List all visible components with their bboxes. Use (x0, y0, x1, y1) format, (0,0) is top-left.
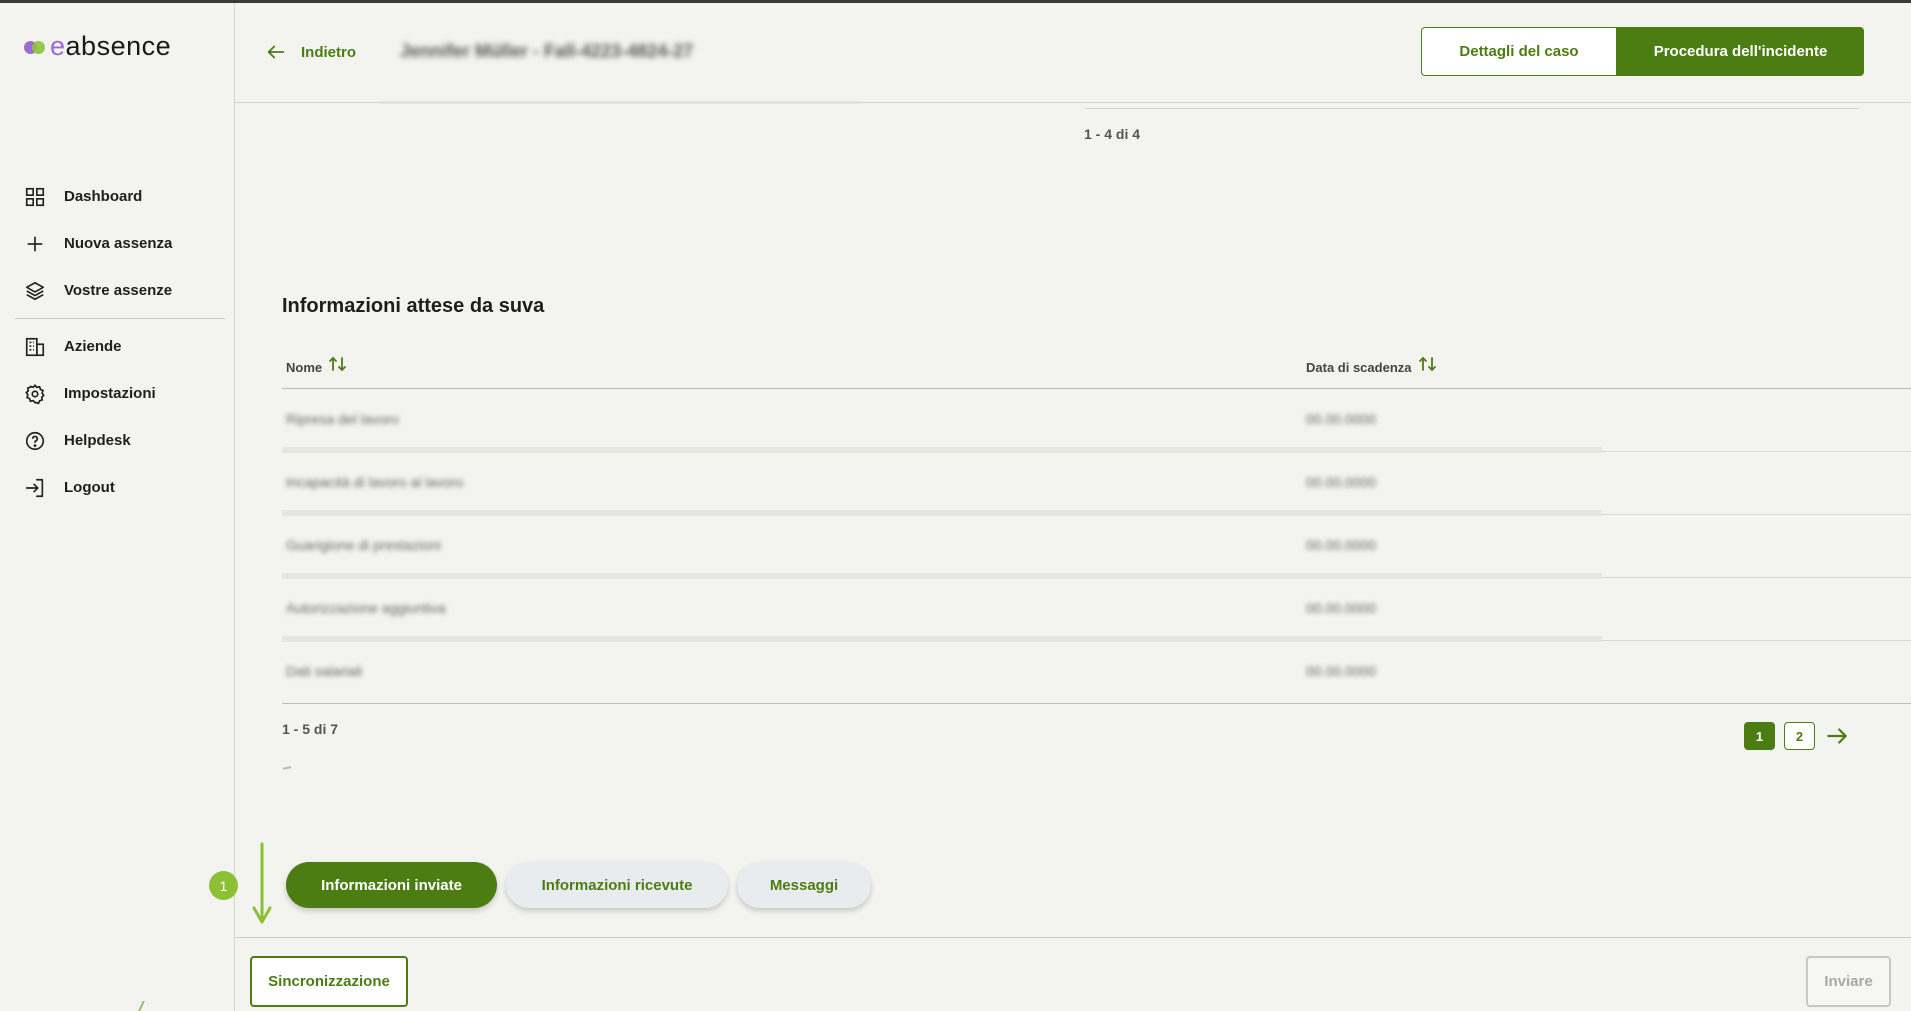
send-button[interactable]: Inviare (1806, 956, 1891, 1007)
incident-procedure-button[interactable]: Procedura dell'incidente (1617, 27, 1864, 76)
column-header-name[interactable]: Nome (286, 356, 350, 375)
case-title: Jennifer Müller - Fall-4223-4824-27 (400, 41, 694, 61)
sidebar-item-helpdesk[interactable]: Helpdesk (0, 417, 235, 464)
table-row[interactable]: Guarigione di prestazioni 00.00.0000 (282, 515, 1911, 579)
table-bottom-rule (1085, 108, 1859, 109)
plus-icon (27, 236, 43, 251)
main-content: 1 - 4 di 4 Informazioni attese da suva N… (235, 104, 1911, 934)
decorative-mark (282, 766, 292, 770)
cell-name: Incapacità di lavoro al lavoro (286, 474, 464, 490)
table-header: Nome Data di scadenza (282, 350, 1911, 389)
pagination-controls: 1 2 (1744, 722, 1850, 750)
table-row[interactable]: Autorizzazione aggiuntiva 00.00.0000 (282, 578, 1911, 642)
building-icon (25, 337, 45, 356)
section-title: Informazioni attese da suva (282, 295, 545, 317)
sidebar-item-your-absences[interactable]: Vostre assenze (0, 267, 235, 314)
help-circle-icon (25, 431, 45, 450)
sort-icon (1418, 356, 1436, 371)
page-button-1[interactable]: 1 (1744, 722, 1775, 750)
page-header: Indietro Jennifer Müller - Fall-4223-482… (235, 3, 1911, 104)
cell-date: 00.00.0000 (1306, 600, 1377, 616)
cell-name: Guarigione di prestazioni (286, 537, 441, 553)
layers-icon (25, 281, 45, 300)
sidebar-divider (15, 318, 225, 319)
back-button[interactable]: Indietro (265, 41, 356, 63)
cell-date: 00.00.0000 (1306, 537, 1377, 553)
grid-icon (25, 187, 45, 206)
sidebar-item-companies[interactable]: Aziende (0, 323, 235, 370)
logo-text: absence (65, 31, 172, 61)
sync-button[interactable]: Sincronizzazione (250, 956, 408, 1007)
expected-info-table: Nome Data di scadenza Ripresa del lavoro… (282, 350, 1911, 704)
sidebar-item-logout[interactable]: Logout (0, 464, 235, 511)
sidebar-item-new-absence[interactable]: Nuova assenza (0, 220, 235, 267)
tab-messages[interactable]: Messaggi (737, 862, 871, 908)
sidebar-item-settings[interactable]: Impostazioni (0, 370, 235, 417)
pagination-summary-upper: 1 - 4 di 4 (1084, 126, 1141, 142)
logo-prefix: e (50, 31, 66, 61)
logo-circles-icon (24, 39, 46, 55)
cell-date: 00.00.0000 (1306, 411, 1377, 427)
sidebar-item-label: Impostazioni (64, 385, 156, 402)
table-row[interactable]: Ripresa del lavoro 00.00.0000 (282, 389, 1911, 453)
logout-icon (25, 478, 44, 497)
sidebar-item-dashboard[interactable]: Dashboard (0, 173, 235, 220)
sidebar-nav: Dashboard Nuova assenza Vostre assenze A… (0, 173, 235, 511)
arrow-right-icon[interactable] (1824, 723, 1850, 749)
sidebar-item-label: Helpdesk (64, 432, 131, 449)
cell-name: Autorizzazione aggiuntiva (286, 600, 446, 616)
cell-name: Ripresa del lavoro (286, 411, 399, 427)
table-row[interactable]: Incapacità di lavoro al lavoro 00.00.000… (282, 452, 1911, 516)
gear-icon (25, 383, 45, 404)
info-tabs: Informazioni inviate Informazioni ricevu… (286, 862, 880, 908)
annotation-arrow-down-icon (252, 842, 272, 924)
sidebar-item-label: Dashboard (64, 188, 143, 205)
sidebar-item-label: Vostre assenze (64, 282, 173, 299)
page-footer: Sincronizzazione Inviare (235, 937, 1911, 1011)
annotation-badge: 1 (209, 871, 238, 900)
tab-sent-info[interactable]: Informazioni inviate (286, 862, 497, 908)
cell-name: Dati salariali (286, 663, 363, 679)
decorative-mark (137, 1001, 157, 1011)
sidebar-item-label: Logout (64, 479, 115, 496)
case-details-button[interactable]: Dettagli del caso (1421, 27, 1617, 76)
sort-icon (329, 356, 347, 371)
pagination-summary: 1 - 5 di 7 (282, 721, 339, 737)
cell-date: 00.00.0000 (1306, 474, 1377, 490)
cell-date: 00.00.0000 (1306, 663, 1377, 679)
header-button-group: Dettagli del caso Procedura dell'inciden… (1421, 27, 1864, 76)
sidebar-item-label: Nuova assenza (64, 235, 173, 252)
column-header-due-date[interactable]: Data di scadenza (1306, 356, 1440, 375)
table-row[interactable]: Dati salariali 00.00.0000 (282, 641, 1911, 704)
page-button-2[interactable]: 2 (1784, 722, 1815, 750)
sidebar: eabsence Dashboard Nuova assenza Vostre … (0, 3, 235, 1011)
sidebar-item-label: Aziende (64, 338, 122, 355)
arrow-left-icon (267, 45, 285, 59)
back-label: Indietro (301, 43, 356, 61)
app-logo[interactable]: eabsence (24, 31, 171, 62)
tab-received-info[interactable]: Informazioni ricevute (506, 862, 728, 908)
